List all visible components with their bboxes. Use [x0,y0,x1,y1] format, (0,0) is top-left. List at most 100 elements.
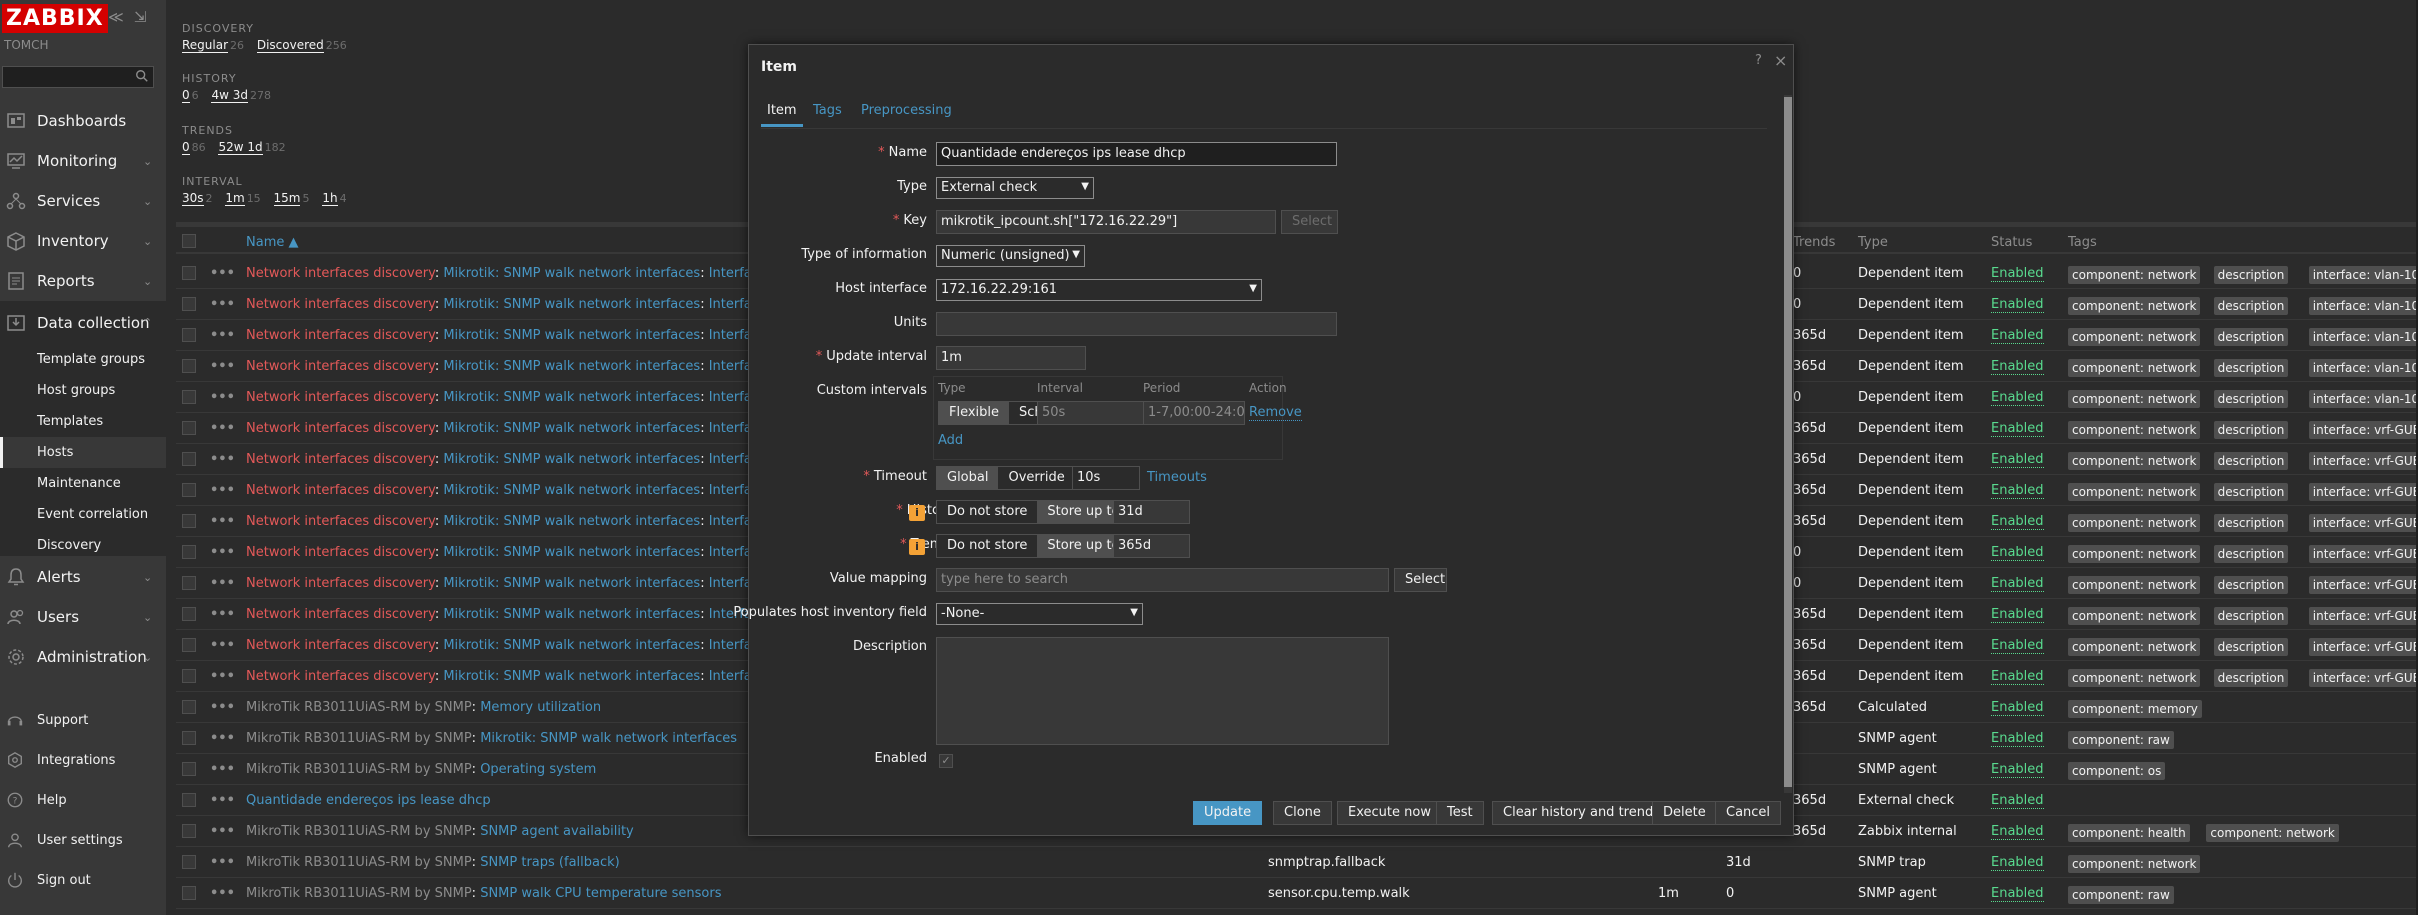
nav-monitoring[interactable]: Monitoring ⌄ [0,141,166,181]
flexible-option[interactable]: Flexible [939,402,1010,424]
status-toggle[interactable]: Enabled [1991,607,2044,623]
sidebar-search-input[interactable] [2,66,154,88]
tag-badge[interactable]: component: network [2068,638,2201,656]
tag-badge[interactable]: component: network [2068,297,2201,315]
discovery-rule-link[interactable]: Network interfaces discovery [246,545,435,560]
submenu-hosts[interactable]: Hosts [0,437,166,468]
row-checkbox[interactable] [182,328,196,342]
nav-inventory[interactable]: Inventory ⌄ [0,221,166,261]
discovery-rule-link[interactable]: Network interfaces discovery [246,390,435,405]
submenu-maintenance[interactable]: Maintenance [0,468,166,499]
template-link[interactable]: Mikrotik: SNMP walk network interfaces [443,328,700,343]
tag-badge[interactable]: component: network [2068,359,2201,377]
row-checkbox[interactable] [182,359,196,373]
row-checkbox[interactable] [182,576,196,590]
timeout-mode-toggle[interactable]: Global Override [936,466,1076,490]
tag-badge[interactable]: component: network [2068,328,2201,346]
filter-link[interactable]: 15m [273,191,301,206]
template-link[interactable]: MikroTik RB3011UiAS-RM by SNMP [246,824,472,839]
key-select-button[interactable]: Select [1281,210,1338,234]
status-toggle[interactable]: Enabled [1991,390,2044,406]
template-link[interactable]: Mikrotik: SNMP walk network interfaces [443,607,700,622]
item-name-link[interactable]: Quantidade endereços ips lease dhcp [246,793,491,808]
status-toggle[interactable]: Enabled [1991,266,2044,282]
tag-badge[interactable]: description [2213,266,2289,284]
filter-link[interactable]: 4w 3d [211,88,248,103]
status-toggle[interactable]: Enabled [1991,700,2044,716]
item-name-link[interactable]: Mikrotik: SNMP walk network interfaces [480,731,737,746]
row-checkbox[interactable] [182,886,196,900]
tag-badge[interactable]: description [2213,576,2289,594]
item-name-link[interactable]: SNMP walk CPU temperature sensors [480,886,721,901]
tag-badge[interactable]: description [2213,421,2289,439]
item-name-link[interactable]: SNMP agent availability [480,824,634,839]
row-checkbox[interactable] [182,731,196,745]
template-link[interactable]: MikroTik RB3011UiAS-RM by SNMP [246,731,472,746]
row-checkbox[interactable] [182,545,196,559]
help-icon[interactable]: ? [1755,53,1762,68]
discovery-rule-link[interactable]: Network interfaces discovery [246,514,435,529]
tag-badge[interactable]: description [2213,545,2289,563]
do-not-store-option[interactable]: Do not store [937,501,1038,523]
tag-badge[interactable]: component: memory [2068,700,2202,718]
tag-badge[interactable]: description [2213,297,2289,315]
global-option[interactable]: Global [937,467,999,489]
tag-badge[interactable]: component: network [2068,545,2201,563]
kiosk-mode-icon[interactable]: ⇲ [134,8,147,26]
status-toggle[interactable]: Enabled [1991,855,2044,871]
history-input[interactable]: 31d [1113,500,1190,524]
filter-link[interactable]: 52w 1d [218,140,263,155]
tag-badge[interactable]: interface: vrf-GUEST [2308,421,2418,439]
discovery-rule-link[interactable]: Network interfaces discovery [246,359,435,374]
more-actions-icon[interactable]: ••• [210,793,235,808]
trends-mode-toggle[interactable]: Do not store Store up to [936,534,1131,558]
template-link[interactable]: Mikrotik: SNMP walk network interfaces [443,638,700,653]
tag-badge[interactable]: component: health [2068,824,2190,842]
row-checkbox[interactable] [182,638,196,652]
info-icon[interactable]: i [909,505,925,521]
more-actions-icon[interactable]: ••• [210,452,235,467]
more-actions-icon[interactable]: ••• [210,886,235,901]
filter-link[interactable]: Regular [182,38,229,53]
filter-link[interactable]: Discovered [256,38,324,53]
template-link[interactable]: MikroTik RB3011UiAS-RM by SNMP [246,762,472,777]
column-name[interactable]: Name ▲ [246,235,298,250]
more-actions-icon[interactable]: ••• [210,731,235,746]
history-mode-toggle[interactable]: Do not store Store up to [936,500,1131,524]
nav-administration[interactable]: Administration ⌄ [0,637,166,677]
row-checkbox[interactable] [182,793,196,807]
more-actions-icon[interactable]: ••• [210,607,235,622]
nav-data-collection[interactable]: Data collection ⌃ [0,301,166,344]
status-toggle[interactable]: Enabled [1991,638,2044,654]
more-actions-icon[interactable]: ••• [210,824,235,839]
submenu-template-groups[interactable]: Template groups [0,344,166,375]
status-toggle[interactable]: Enabled [1991,669,2044,685]
tag-badge[interactable]: description [2213,669,2289,687]
nav-alerts[interactable]: Alerts ⌄ [0,557,166,597]
tag-badge[interactable]: component: network [2068,669,2201,687]
item-name-link[interactable]: Memory utilization [480,700,601,715]
timeout-input[interactable]: 10s [1072,466,1140,490]
tag-badge[interactable]: component: network [2068,421,2201,439]
template-link[interactable]: MikroTik RB3011UiAS-RM by SNMP [246,855,472,870]
info-icon[interactable]: i [909,539,925,555]
tag-badge[interactable]: component: network [2068,452,2201,470]
inventory-field-select[interactable]: -None- ▼ [936,603,1143,625]
filter-link[interactable]: 1h [322,191,338,206]
more-actions-icon[interactable]: ••• [210,669,235,684]
tag-badge[interactable]: description [2213,514,2289,532]
more-actions-icon[interactable]: ••• [210,638,235,653]
more-actions-icon[interactable]: ••• [210,266,235,281]
row-checkbox[interactable] [182,669,196,683]
more-actions-icon[interactable]: ••• [210,328,235,343]
nav-services[interactable]: Services ⌄ [0,181,166,221]
template-link[interactable]: Mikrotik: SNMP walk network interfaces [443,514,700,529]
tag-badge[interactable]: component: raw [2068,731,2174,749]
execute-now-button[interactable]: Execute now [1337,801,1442,825]
tag-badge[interactable]: component: network [2068,390,2201,408]
more-actions-icon[interactable]: ••• [210,514,235,529]
status-toggle[interactable]: Enabled [1991,731,2044,747]
row-checkbox[interactable] [182,700,196,714]
row-checkbox[interactable] [182,824,196,838]
more-actions-icon[interactable]: ••• [210,421,235,436]
